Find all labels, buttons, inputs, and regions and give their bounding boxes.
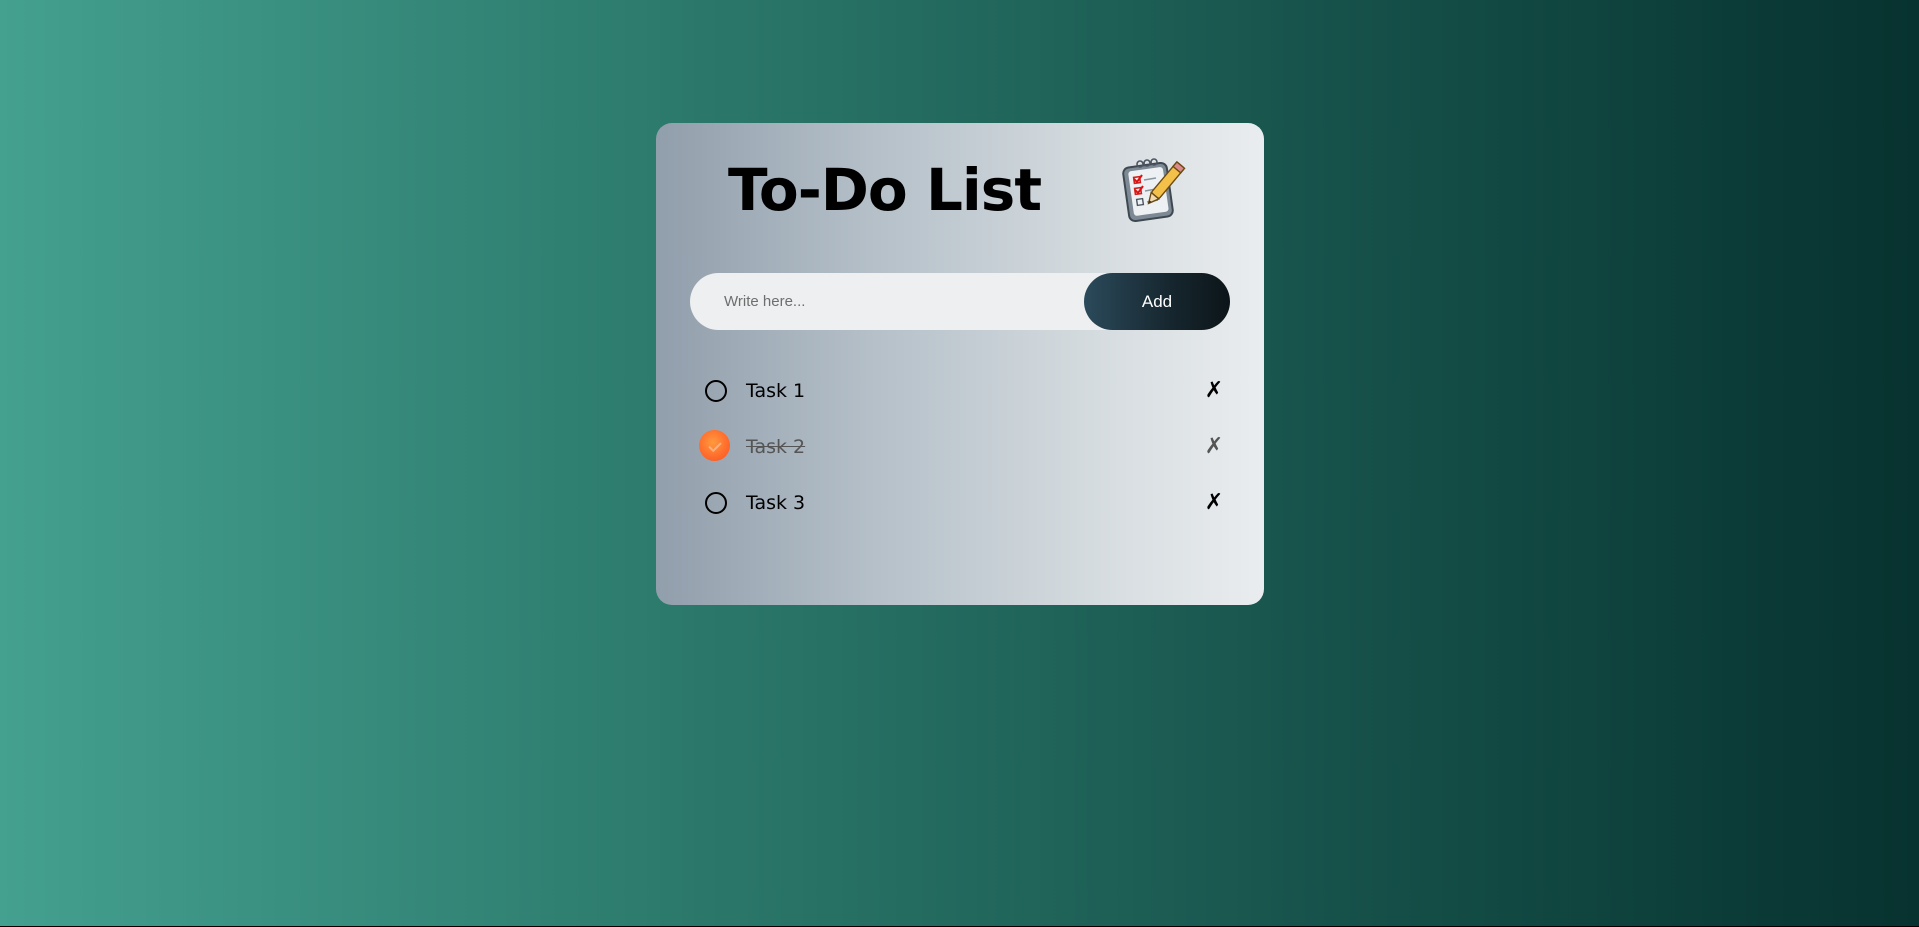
unchecked-circle-icon[interactable]: [705, 492, 727, 514]
header: To-Do List: [728, 155, 1198, 235]
task-input[interactable]: [690, 273, 1090, 330]
task-item[interactable]: Task 3 ✗: [690, 475, 1230, 531]
delete-x-icon[interactable]: ✗: [1202, 377, 1226, 405]
memo-clipboard-pencil-icon: [1120, 155, 1186, 223]
checked-circle-icon[interactable]: [699, 430, 730, 461]
task-item[interactable]: Task 1 ✗: [690, 363, 1230, 419]
task-label: Task 1: [746, 380, 806, 402]
todo-card: To-Do List Write here... Add Task 1 ✗ Ta…: [656, 123, 1264, 605]
task-list: Task 1 ✗ Task 2 ✗ Task 3 ✗: [690, 363, 1230, 531]
task-item[interactable]: Task 2 ✗: [690, 419, 1230, 475]
add-button[interactable]: Add: [1084, 273, 1230, 330]
task-label: Task 2: [746, 436, 806, 458]
new-task-form: Add: [690, 273, 1230, 330]
unchecked-circle-icon[interactable]: [705, 380, 727, 402]
delete-x-icon[interactable]: ✗: [1202, 489, 1226, 517]
task-label: Task 3: [746, 492, 806, 514]
delete-x-icon[interactable]: ✗: [1202, 433, 1226, 461]
page-background: To-Do List Write here... Add Task 1 ✗ Ta…: [0, 0, 1919, 926]
page-title: To-Do List: [728, 156, 1042, 224]
